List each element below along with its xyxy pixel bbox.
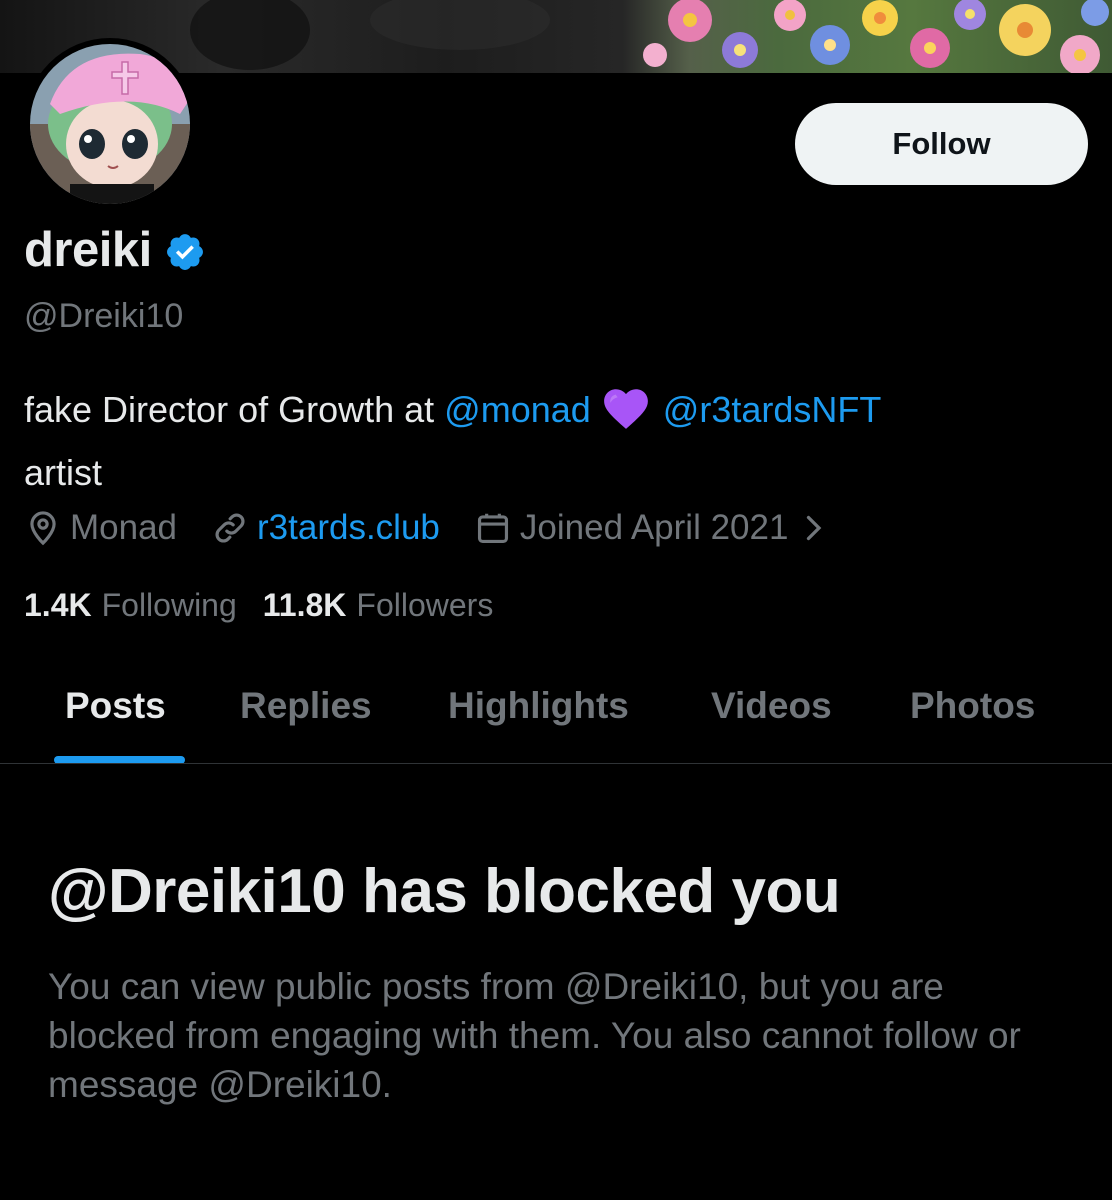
mention-link-r3tardsnft[interactable]: @r3tardsNFT	[663, 389, 882, 430]
chevron-right-icon	[807, 515, 822, 541]
divider	[0, 763, 1112, 764]
follow-button[interactable]: Follow	[795, 103, 1088, 185]
following-count[interactable]: 1.4K Following	[24, 587, 237, 624]
follow-counts: 1.4K Following 11.8K Followers	[24, 587, 493, 624]
tab-replies[interactable]: Replies	[240, 685, 372, 727]
avatar-image	[30, 44, 190, 204]
followers-label: Followers	[356, 587, 494, 623]
handle: @Dreiki10	[24, 297, 184, 335]
tab-highlights[interactable]: Highlights	[448, 685, 629, 727]
website-item[interactable]: r3tards.club	[211, 508, 440, 548]
link-icon	[215, 513, 245, 543]
tab-videos[interactable]: Videos	[711, 685, 832, 727]
location-item: Monad	[24, 508, 177, 548]
joined-text: Joined April 2021	[519, 508, 789, 547]
website-link[interactable]: r3tards.club	[257, 508, 440, 548]
bio-text-line2: artist	[24, 452, 103, 493]
joined-item[interactable]: Joined April 2021	[474, 508, 833, 548]
bio-text: fake Director of Growth at	[24, 389, 445, 430]
calendar-icon	[477, 513, 508, 544]
verified-badge-icon[interactable]	[164, 231, 206, 273]
bio: fake Director of Growth at @monad @r3tard…	[24, 382, 1084, 500]
blocked-message: You can view public posts from @Dreiki10…	[48, 966, 1021, 1105]
mention-link-monad[interactable]: @monad	[444, 389, 591, 430]
location-text: Monad	[70, 508, 178, 547]
display-name: dreiki	[24, 223, 152, 277]
avatar[interactable]	[24, 38, 196, 210]
profile-tabs: Posts Replies Highlights Videos Photos	[0, 655, 1112, 764]
profile-meta: Monad r3tards.club Joined April 2021	[24, 508, 832, 548]
following-value: 1.4K	[24, 587, 92, 623]
tab-posts[interactable]: Posts	[65, 685, 166, 727]
followers-count[interactable]: 11.8K Followers	[263, 587, 494, 624]
blocked-title: @Dreiki10 has blocked you	[48, 857, 841, 926]
followers-value: 11.8K	[262, 587, 347, 623]
display-name-row: dreiki	[24, 222, 206, 278]
purple-heart-icon	[601, 384, 651, 445]
tab-photos[interactable]: Photos	[910, 685, 1035, 727]
location-pin-icon	[30, 511, 56, 546]
following-label: Following	[101, 587, 237, 623]
